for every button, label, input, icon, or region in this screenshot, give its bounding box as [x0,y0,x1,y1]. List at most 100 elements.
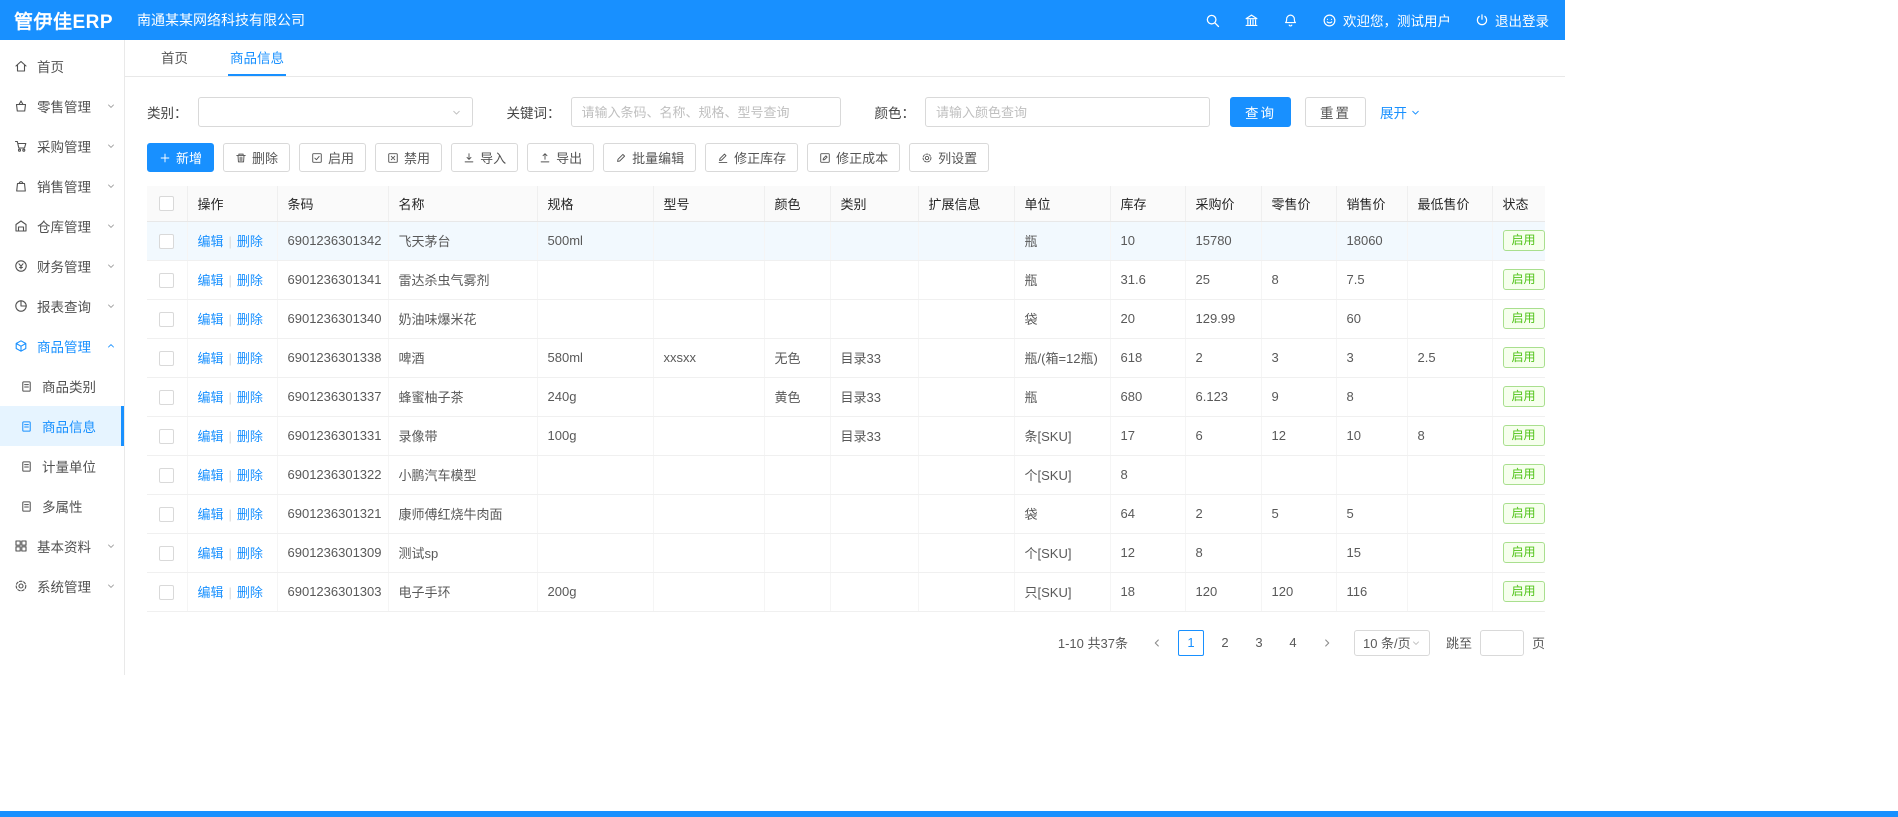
page-button-2[interactable]: 2 [1212,630,1238,656]
row-checkbox[interactable] [159,429,174,444]
row-checkbox[interactable] [159,546,174,561]
edit-link[interactable]: 编辑 [198,585,224,600]
adjust-stock-icon [717,152,729,164]
delete-link[interactable]: 删除 [237,273,263,288]
row-checkbox[interactable] [159,507,174,522]
search-button[interactable]: 查询 [1230,97,1291,127]
status-cell: 启用 [1492,299,1545,338]
sidebar-item-retail[interactable]: 零售管理 [0,86,124,126]
row-checkbox[interactable] [159,585,174,600]
sidebar-item-purchase[interactable]: 采购管理 [0,126,124,166]
name-cell: 康师傅红烧牛肉面 [388,494,537,533]
edit-link[interactable]: 编辑 [198,234,224,249]
delete-link[interactable]: 删除 [237,351,263,366]
select-all-checkbox[interactable] [159,196,174,211]
unit-cell: 瓶/(箱=12瓶) [1014,338,1110,377]
tab-product-info[interactable]: 商品信息 [228,40,286,76]
delete-link[interactable]: 删除 [237,507,263,522]
color-input[interactable] [925,97,1210,127]
disable-button[interactable]: 禁用 [375,143,442,172]
fix-cost-button[interactable]: 修正成本 [807,143,900,172]
delete-button[interactable]: 删除 [223,143,290,172]
status-cell: 启用 [1492,533,1545,572]
edit-link[interactable]: 编辑 [198,312,224,327]
sidebar-subitem-attributes[interactable]: 多属性 [0,486,124,526]
edit-link[interactable]: 编辑 [198,390,224,405]
tab-home[interactable]: 首页 [159,40,190,76]
sidebar-item-basic[interactable]: 基本资料 [0,526,124,566]
page-button-1[interactable]: 1 [1178,630,1204,656]
status-badge: 启用 [1503,425,1545,445]
batch-edit-button[interactable]: 批量编辑 [603,143,696,172]
import-button[interactable]: 导入 [451,143,518,172]
fix-stock-button[interactable]: 修正库存 [705,143,798,172]
edit-link[interactable]: 编辑 [198,429,224,444]
edit-link[interactable]: 编辑 [198,273,224,288]
sidebar-item-finance[interactable]: 财务管理 [0,246,124,286]
delete-link[interactable]: 删除 [237,390,263,405]
sidebar-subitem-unit[interactable]: 计量单位 [0,446,124,486]
main-layout: 首页零售管理采购管理销售管理仓库管理财务管理报表查询商品管理商品类别商品信息计量… [0,40,1565,696]
edit-link[interactable]: 编辑 [198,468,224,483]
row-checkbox[interactable] [159,234,174,249]
sidebar-subitem-product-info[interactable]: 商品信息 [0,406,124,446]
row-checkbox[interactable] [159,468,174,483]
page-button-3[interactable]: 3 [1246,630,1272,656]
sidebar-item-sales[interactable]: 销售管理 [0,166,124,206]
button-label: 列设置 [938,148,977,167]
model-cell [653,494,764,533]
jump-input[interactable] [1480,630,1524,656]
table-row: 编辑|删除 6901236301337 蜂蜜柚子茶 240g 黄色 目录33 瓶… [147,377,1545,416]
sidebar-item-report[interactable]: 报表查询 [0,286,124,326]
page-button-4[interactable]: 4 [1280,630,1306,656]
purchase-price-cell: 15780 [1185,221,1261,260]
delete-link[interactable]: 删除 [237,429,263,444]
row-checkbox[interactable] [159,273,174,288]
edit-link[interactable]: 编辑 [198,351,224,366]
row-checkbox[interactable] [159,312,174,327]
column-header: 规格 [537,186,653,221]
actions-cell: 编辑|删除 [187,494,277,533]
chevron-down-icon [106,101,116,111]
prev-page-button[interactable] [1144,630,1170,656]
delete-link[interactable]: 删除 [237,546,263,561]
sidebar-item-warehouse[interactable]: 仓库管理 [0,206,124,246]
unit-cell: 条[SKU] [1014,416,1110,455]
bank-icon[interactable] [1244,13,1259,28]
status-badge: 启用 [1503,503,1545,523]
page-size-select[interactable]: 10 条/页 [1354,630,1430,656]
chevron-down-icon [106,541,116,551]
enable-button[interactable]: 启用 [299,143,366,172]
search-icon[interactable] [1205,13,1220,28]
delete-link[interactable]: 删除 [237,468,263,483]
column-settings-button[interactable]: 列设置 [909,143,989,172]
delete-link[interactable]: 删除 [237,585,263,600]
stock-cell: 31.6 [1110,260,1185,299]
delete-link[interactable]: 删除 [237,312,263,327]
export-button[interactable]: 导出 [527,143,594,172]
edit-link[interactable]: 编辑 [198,546,224,561]
logout-button[interactable]: 退出登录 [1475,10,1549,30]
sale-price-cell: 15 [1336,533,1407,572]
sidebar-item-product[interactable]: 商品管理 [0,326,124,366]
expand-link[interactable]: 展开 [1380,102,1421,122]
row-checkbox[interactable] [159,351,174,366]
category-select[interactable] [198,97,473,127]
sidebar-item-home[interactable]: 首页 [0,46,124,86]
delete-link[interactable]: 删除 [237,234,263,249]
add-button[interactable]: 新增 [147,143,214,172]
ext-info-cell [918,260,1014,299]
next-page-button[interactable] [1314,630,1340,656]
purchase-price-cell: 6 [1185,416,1261,455]
sidebar-item-label: 首页 [37,56,116,76]
row-checkbox[interactable] [159,390,174,405]
spec-cell [537,494,653,533]
bell-icon[interactable] [1283,13,1298,28]
keyword-input[interactable] [571,97,841,127]
actions-cell: 编辑|删除 [187,377,277,416]
sidebar-item-system[interactable]: 系统管理 [0,566,124,606]
reset-button[interactable]: 重置 [1305,97,1366,127]
edit-link[interactable]: 编辑 [198,507,224,522]
sidebar-subitem-product-category[interactable]: 商品类别 [0,366,124,406]
user-menu[interactable]: 欢迎您，测试用户 [1322,10,1451,30]
